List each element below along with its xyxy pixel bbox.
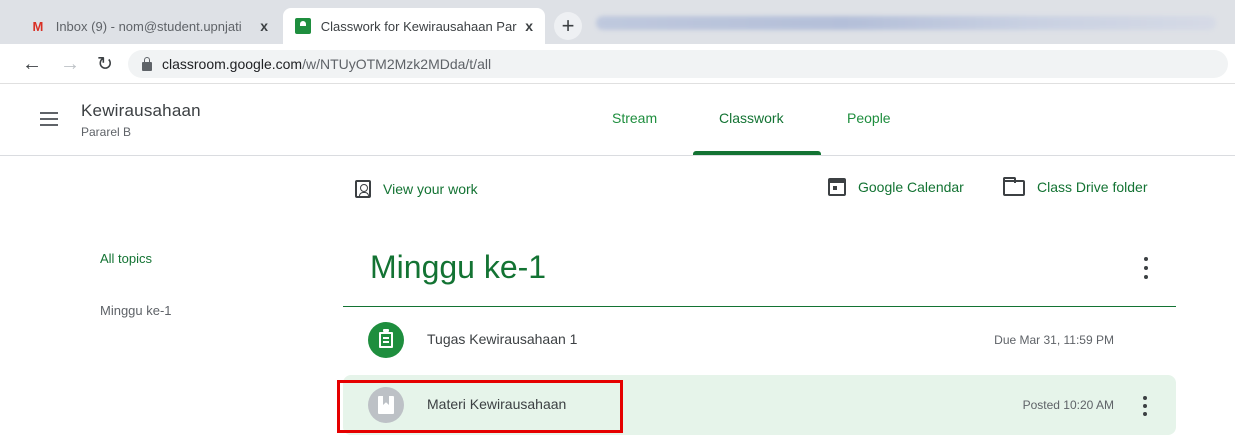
view-work-icon [355, 180, 371, 198]
new-tab-button[interactable]: + [554, 12, 582, 40]
calendar-icon [828, 178, 846, 196]
tab-stream[interactable]: Stream [612, 110, 657, 126]
reload-icon[interactable]: ↻ [93, 52, 117, 76]
item-more-options-icon[interactable] [1141, 396, 1149, 416]
item-posted-date: Posted 10:20 AM [1022, 398, 1114, 412]
calendar-label: Google Calendar [858, 179, 964, 195]
blurred-tab-area [596, 16, 1216, 30]
tab-people[interactable]: People [847, 110, 891, 126]
classroom-icon [295, 18, 311, 34]
back-arrow-icon[interactable]: ← [20, 52, 44, 76]
tab-gmail-inbox[interactable]: M Inbox (9) - nom@student.upnjati x [18, 8, 280, 44]
topic-all-topics[interactable]: All topics [100, 251, 152, 266]
lock-icon [142, 56, 152, 71]
view-work-label: View your work [383, 181, 478, 197]
browser-tab-strip: M Inbox (9) - nom@student.upnjati x Clas… [0, 0, 1235, 44]
topic-divider [343, 306, 1176, 307]
address-bar[interactable]: classroom.google.com/w/NTUyOTM2Mzk2MDda/… [128, 50, 1228, 78]
topic-more-options-icon[interactable] [1136, 257, 1156, 279]
folder-icon [1003, 177, 1025, 196]
hamburger-menu-icon[interactable] [40, 112, 58, 126]
item-due-date: Due Mar 31, 11:59 PM [994, 333, 1114, 347]
topic-heading: Minggu ke-1 [370, 249, 547, 285]
close-tab-icon[interactable]: x [260, 18, 268, 34]
class-name[interactable]: Kewirausahaan [81, 101, 201, 121]
tab-classwork[interactable]: Classwork for Kewirausahaan Par x [283, 8, 545, 44]
classwork-item-assignment[interactable]: Tugas Kewirausahaan 1 Due Mar 31, 11:59 … [343, 310, 1176, 370]
gmail-icon: M [32, 18, 44, 34]
topic-minggu-ke-1[interactable]: Minggu ke-1 [100, 303, 172, 318]
class-drive-folder-button[interactable]: Class Drive folder [1003, 177, 1148, 196]
url-host: classroom.google.com [162, 56, 303, 72]
browser-toolbar: ← → ↻ classroom.google.com/w/NTUyOTM2Mzk… [0, 44, 1235, 84]
view-your-work-button[interactable]: View your work [355, 180, 478, 198]
assignment-icon [368, 322, 404, 358]
close-tab-icon[interactable]: x [525, 18, 533, 34]
active-tab-indicator [693, 151, 821, 155]
class-section: Pararel B [81, 125, 132, 139]
tab-title: Inbox (9) - nom@student.upnjati [55, 18, 242, 34]
annotation-highlight-box [337, 380, 623, 433]
item-title: Tugas Kewirausahaan 1 [427, 331, 578, 347]
tab-classwork-active[interactable]: Classwork [719, 110, 784, 126]
forward-arrow-icon[interactable]: → [58, 52, 82, 76]
drive-label: Class Drive folder [1037, 179, 1148, 195]
tab-title: Classwork for Kewirausahaan Par [320, 18, 517, 34]
url-path: /w/NTUyOTM2Mzk2MDda/t/all [302, 56, 492, 72]
classroom-header: Kewirausahaan Pararel B Stream Classwork… [0, 84, 1235, 156]
google-calendar-button[interactable]: Google Calendar [828, 178, 964, 196]
